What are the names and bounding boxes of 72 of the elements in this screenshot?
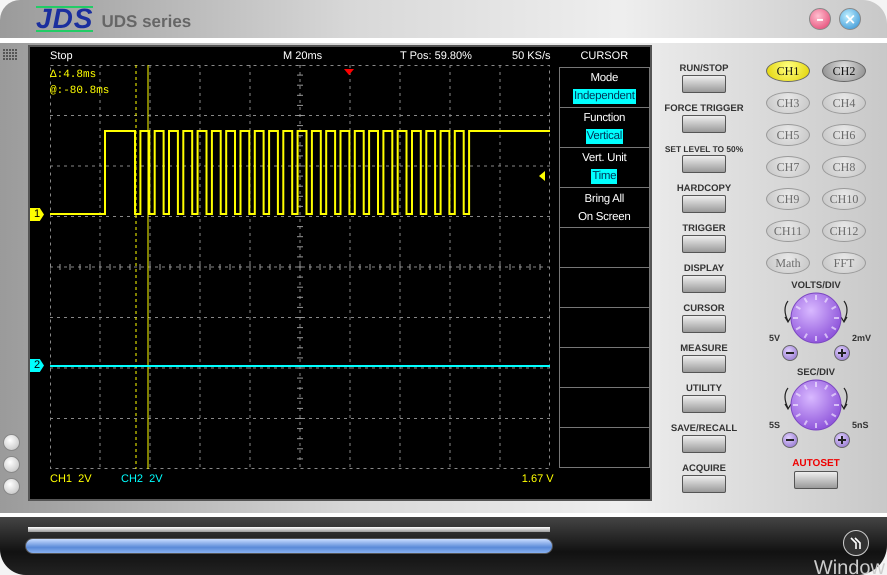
button-label: DISPLAY xyxy=(684,263,724,275)
plus-icon xyxy=(838,436,846,444)
logo: JDS xyxy=(36,6,94,32)
panel-button[interactable] xyxy=(682,115,726,133)
menu-item[interactable]: Function Vertical xyxy=(560,107,649,147)
channel-button[interactable]: CH2 xyxy=(822,60,866,82)
increase-button[interactable] xyxy=(834,345,850,361)
round-button[interactable] xyxy=(2,434,20,451)
knob-min-label: 5V xyxy=(768,333,780,343)
button-label: TRIGGER xyxy=(682,223,726,235)
button-label: CURSOR xyxy=(683,303,725,315)
decrease-button[interactable] xyxy=(782,432,798,448)
button-label: MEASURE xyxy=(680,343,728,355)
menu-label: Vert. Unit xyxy=(582,151,626,165)
menu-value: Independent xyxy=(572,89,636,104)
decrease-button[interactable] xyxy=(782,345,798,361)
channel-button[interactable]: CH1 xyxy=(766,60,810,82)
button-label: SET LEVEL TO 50% xyxy=(664,143,744,155)
increase-button[interactable] xyxy=(834,432,850,448)
menu-item[interactable]: Mode Independent xyxy=(560,68,649,107)
chevron-icon xyxy=(849,536,863,550)
menu-label: On Screen xyxy=(578,210,630,224)
autoset-label: AUTOSET xyxy=(792,458,840,469)
cursor-readout: Δ:4.8ms xyxy=(50,69,98,82)
panel-button[interactable] xyxy=(682,355,726,373)
menu-title: CURSOR xyxy=(579,49,630,64)
menu-item[interactable]: Vert. Unit Time xyxy=(560,147,649,187)
button-label: HARDCOPY xyxy=(676,183,732,195)
button-label: ACQUIRE xyxy=(682,463,726,475)
knob-label: SEC/DIV xyxy=(796,367,835,378)
panel-button[interactable] xyxy=(682,155,726,173)
plus-icon xyxy=(838,349,846,357)
channel-marker: 2 xyxy=(30,359,44,372)
autoset-button[interactable] xyxy=(794,471,838,489)
panel-button[interactable] xyxy=(682,275,726,293)
round-button[interactable] xyxy=(2,478,20,495)
grip-icon[interactable] xyxy=(3,49,17,61)
channel-scale: CH1 2V xyxy=(50,473,93,485)
channel-marker: 1 xyxy=(30,208,44,221)
knob-max-label: 5nS xyxy=(852,420,870,430)
trigger-level: 1.67 V xyxy=(522,473,554,485)
knob-min-label: 5S xyxy=(768,420,780,430)
panel-button[interactable] xyxy=(682,195,726,213)
status-text: M 20ms xyxy=(283,50,324,62)
panel-button[interactable] xyxy=(682,435,726,453)
minus-icon xyxy=(786,436,794,444)
panel-button[interactable] xyxy=(682,75,726,93)
panel-button[interactable] xyxy=(682,475,726,493)
status-text: T Pos: 59.80% xyxy=(400,50,473,62)
menu-value: Time xyxy=(591,169,618,184)
collapse-button[interactable] xyxy=(843,530,869,556)
menu-label: Function xyxy=(583,111,626,125)
button-label: SAVE/RECALL xyxy=(670,423,738,435)
panel-button[interactable] xyxy=(682,235,726,253)
menu-label: Mode xyxy=(590,71,618,85)
menu-value: Vertical xyxy=(586,129,623,144)
button-label: FORCE TRIGGER xyxy=(664,103,744,115)
round-button[interactable] xyxy=(2,456,20,473)
minus-icon xyxy=(786,349,794,357)
knob-max-label: 2mV xyxy=(852,333,872,343)
button-label: UTILITY xyxy=(686,383,722,395)
window-title: UDS series xyxy=(101,12,192,32)
panel-button[interactable] xyxy=(682,315,726,333)
menu-item[interactable]: Bring All On Screen xyxy=(560,187,649,227)
status-text: 50 KS/s xyxy=(512,50,552,62)
knob-label: VOLTS/DIV xyxy=(791,280,841,291)
channel-scale: CH2 2V xyxy=(121,473,163,485)
cursor-readout: @:-80.8ms xyxy=(50,85,110,98)
status-text: Stop xyxy=(50,50,74,62)
panel-button[interactable] xyxy=(682,395,726,413)
button-label: RUN/STOP xyxy=(680,63,728,75)
menu-label: Bring All xyxy=(584,192,624,206)
